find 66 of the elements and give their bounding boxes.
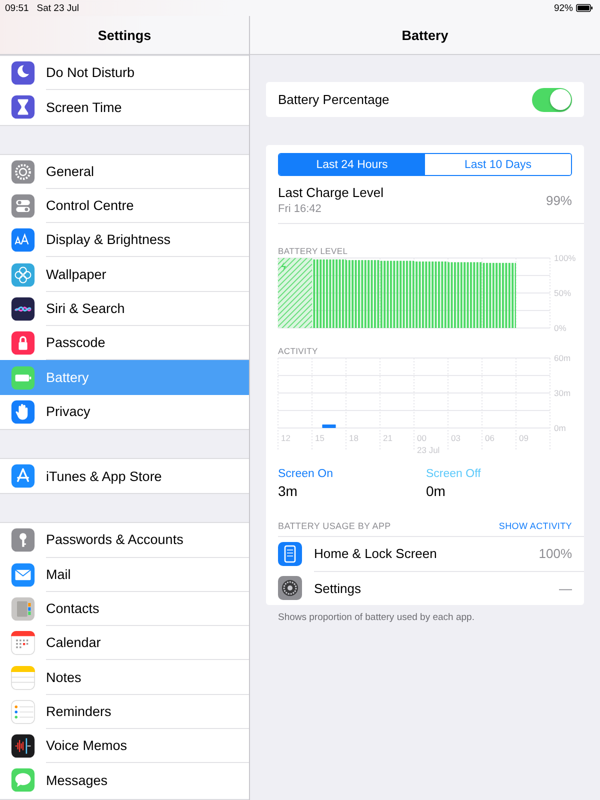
x-axis-label: 12 — [281, 433, 290, 443]
toggle-switch[interactable] — [532, 88, 572, 112]
chart-title: ACTIVITY — [278, 346, 318, 356]
settings-item[interactable]: Siri & Search — [0, 292, 249, 326]
settings-item[interactable]: Mail — [0, 558, 249, 592]
chart-bar — [278, 258, 312, 328]
y-axis-label: 50% — [554, 288, 572, 298]
last-charge-label: Last Charge Level — [278, 185, 384, 200]
status-time: 09:51 — [5, 2, 29, 14]
settings-item[interactable]: Contacts — [0, 592, 249, 626]
battery-percentage: 92% — [554, 2, 573, 14]
settings-item[interactable]: Calendar — [0, 626, 249, 660]
y-axis-label: 30m — [554, 388, 571, 398]
date-label: 23 Jul — [417, 445, 440, 455]
settings-item[interactable]: Passwords & Accounts — [0, 523, 249, 558]
segment-tab[interactable]: Last 24 Hours — [279, 154, 425, 175]
chart-bar — [322, 424, 336, 428]
y-axis-label: 100% — [554, 253, 576, 263]
chart-bar — [312, 259, 346, 328]
settings-item[interactable]: Reminders — [0, 694, 249, 730]
y-axis-label: 60m — [554, 353, 571, 363]
y-axis-label: 0m — [554, 423, 566, 433]
chart-bar — [482, 262, 516, 328]
section-header: BATTERY USAGE BY APP — [278, 521, 391, 531]
chart-title: BATTERY LEVEL — [278, 246, 348, 256]
sidebar-title: Settings — [98, 28, 152, 42]
stat-label: Screen Off — [426, 468, 482, 480]
setting-label: Battery Percentage — [278, 92, 390, 107]
status-date: Sat 23 Jul — [36, 2, 80, 14]
app-name: Settings — [314, 580, 361, 596]
x-axis-label: 06 — [485, 433, 494, 443]
settings-item[interactable]: iTunes & App Store — [0, 458, 249, 494]
chart-bar — [346, 260, 380, 328]
stat-label: Screen On — [278, 468, 334, 480]
footnote: Shows proportion of battery used by each app. — [277, 611, 476, 623]
battery-icon — [576, 4, 593, 12]
settings-item[interactable]: Notes — [0, 660, 249, 695]
show-activity-link[interactable]: SHOW ACTIVITY — [498, 521, 572, 531]
x-axis-label: 18 — [349, 433, 358, 443]
settings-item[interactable]: Control Centre — [0, 188, 249, 224]
settings-item[interactable]: General — [0, 154, 249, 189]
stat-value: 0m — [426, 483, 446, 499]
charging-bolt-icon — [281, 262, 286, 272]
settings-item[interactable]: Screen Time — [0, 90, 249, 125]
x-axis-label: 15 — [315, 433, 324, 443]
x-axis-label: 21 — [383, 433, 392, 443]
page-title: Battery — [402, 28, 448, 42]
settings-item[interactable]: Wallpaper — [0, 257, 249, 292]
settings-item[interactable]: Display & Brightness — [0, 223, 249, 258]
y-axis-label: 0% — [554, 323, 566, 333]
app-usage-value: — — [559, 580, 572, 596]
x-axis-label: 09 — [519, 433, 528, 443]
settings-item[interactable]: Do Not Disturb — [0, 56, 249, 90]
chart-bar — [380, 260, 414, 328]
app-usage-value: 100% — [538, 546, 572, 561]
x-axis-label: 00 — [417, 433, 426, 443]
settings-item[interactable]: Messages — [0, 763, 249, 798]
x-axis-label: 03 — [451, 433, 460, 443]
settings-item[interactable]: Privacy — [0, 394, 249, 429]
stat-value: 3m — [278, 483, 298, 499]
settings-item[interactable]: Voice Memos — [0, 729, 249, 764]
app-name: Home & Lock Screen — [314, 546, 437, 561]
last-charge-time: Fri 16:42 — [278, 203, 322, 215]
chart-bar — [414, 262, 448, 328]
chart-bar — [448, 262, 482, 328]
last-charge-value: 99% — [546, 192, 572, 208]
